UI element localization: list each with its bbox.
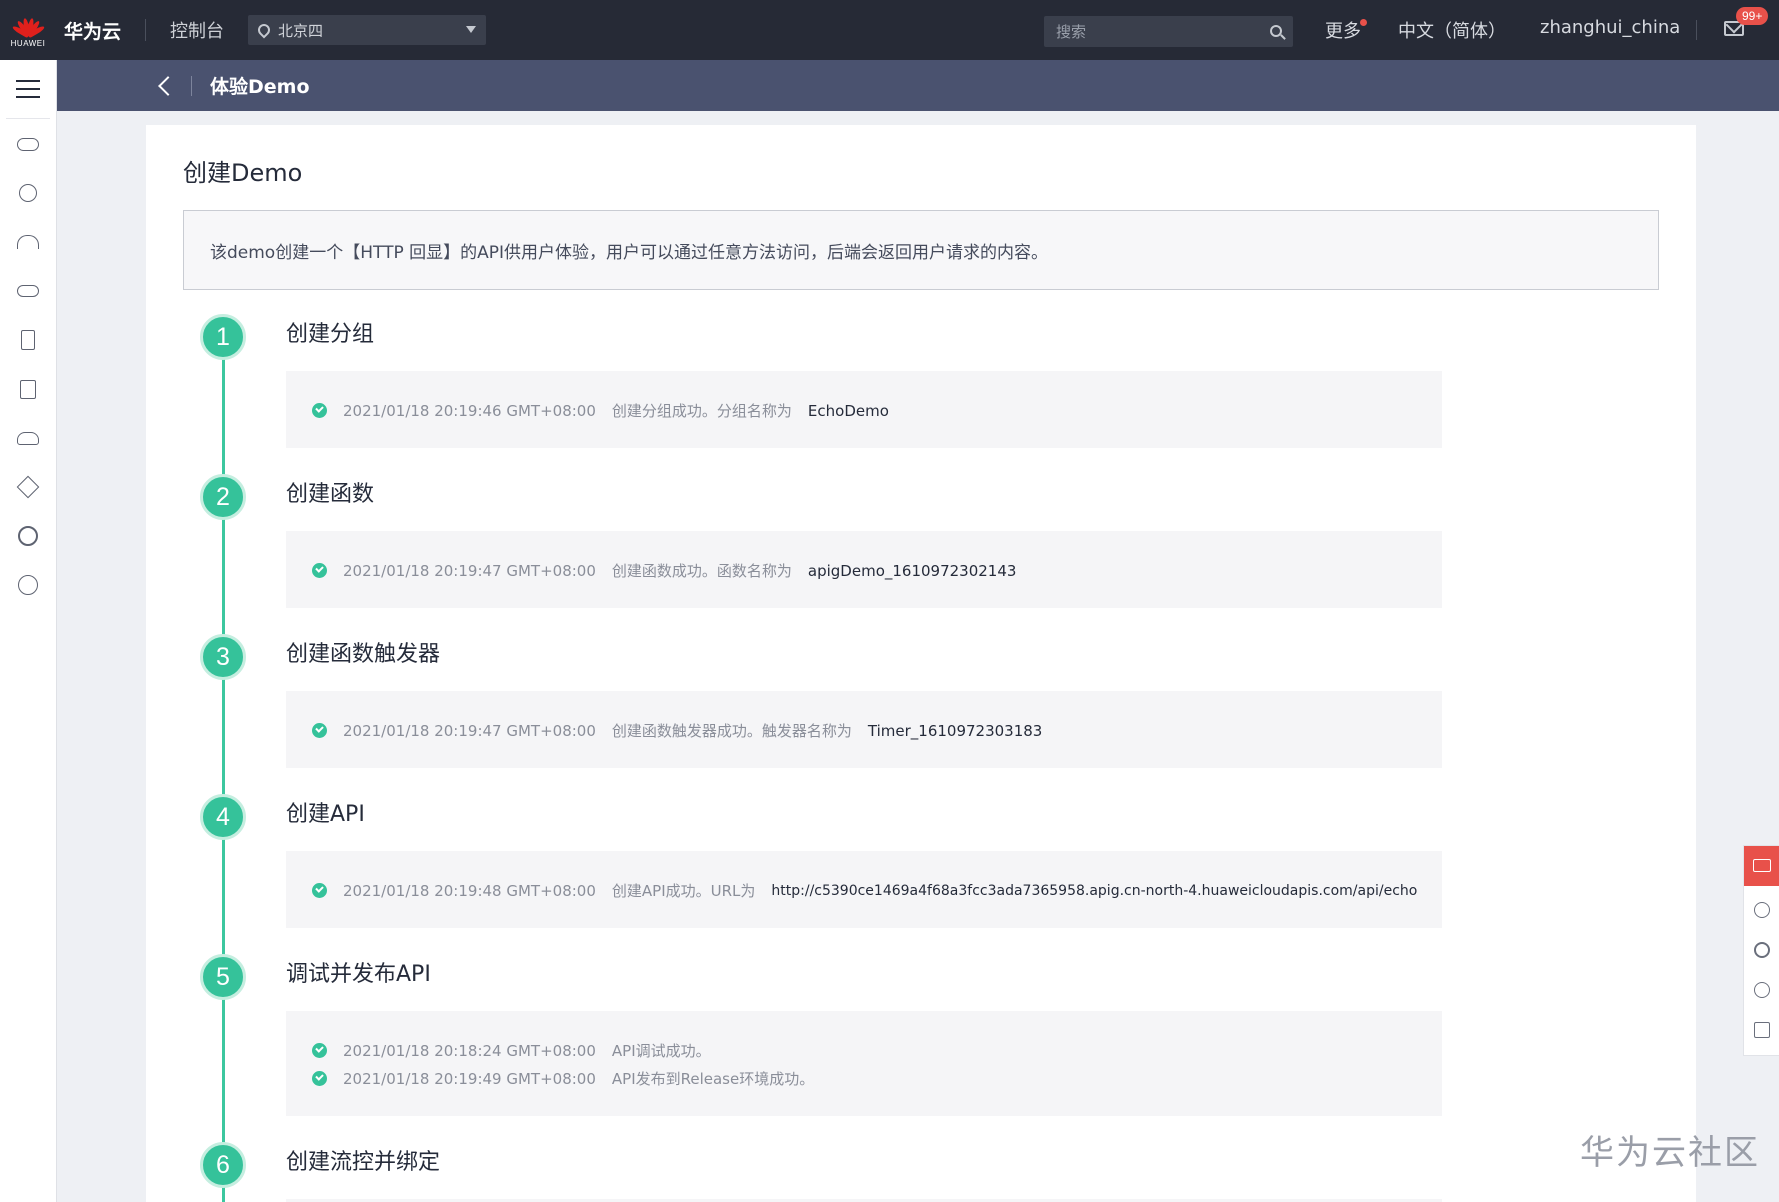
divider	[145, 19, 147, 41]
console-link[interactable]: 控制台	[170, 17, 224, 43]
hamburger-menu-icon[interactable]	[16, 80, 40, 100]
step-4-log-box: 2021/01/18 20:19:48 GMT+08:00 创建API成功。UR…	[286, 851, 1442, 928]
step-4-number: 4	[200, 794, 246, 840]
network-icon[interactable]	[16, 230, 40, 254]
search-icon[interactable]	[1270, 25, 1282, 37]
card-title: 创建Demo	[183, 159, 303, 187]
log-value: Timer_1610972303183	[867, 721, 1043, 740]
divider	[1696, 20, 1697, 40]
chat-icon	[1753, 859, 1771, 872]
globe-icon[interactable]	[16, 524, 40, 548]
location-pin-icon	[255, 21, 273, 39]
log-line: 2021/01/18 20:19:47 GMT+08:00 创建函数触发器成功。…	[312, 720, 1042, 741]
huawei-flower-icon	[11, 12, 46, 39]
page-title: 体验Demo	[210, 76, 310, 98]
success-check-icon	[312, 403, 327, 418]
log-message: 创建函数成功。函数名称为	[611, 562, 792, 580]
step-2-title: 创建函数	[286, 482, 375, 507]
feedback-button[interactable]	[1744, 846, 1779, 886]
brand-name[interactable]: 华为云	[64, 17, 121, 44]
log-message: API调试成功。	[611, 1042, 711, 1060]
step-1-log-box: 2021/01/18 20:19:46 GMT+08:00 创建分组成功。分组名…	[286, 371, 1442, 448]
log-timestamp: 2021/01/18 20:19:47 GMT+08:00	[343, 561, 596, 580]
step-3-number: 3	[200, 634, 246, 680]
step-1-number: 1	[200, 314, 246, 360]
success-check-icon	[312, 883, 327, 898]
document-icon[interactable]	[16, 377, 40, 401]
region-selector[interactable]: 北京四	[248, 15, 487, 45]
top-navigation-bar: HUAWEI 华为云 控制台 北京四	[0, 0, 1779, 60]
service-sidebar	[0, 60, 57, 1202]
success-check-icon	[312, 1071, 327, 1086]
step-1-title: 创建分组	[286, 322, 375, 347]
deploy-icon[interactable]	[16, 475, 40, 499]
demo-notice: 该demo创建一个【HTTP 回显】的API供用户体验，用户可以通过任意方法访问…	[183, 210, 1659, 290]
log-line: 2021/01/18 20:19:46 GMT+08:00 创建分组成功。分组名…	[312, 400, 889, 421]
log-timestamp: 2021/01/18 20:18:24 GMT+08:00	[343, 1041, 596, 1060]
step-2-number: 2	[200, 474, 246, 520]
success-check-icon	[312, 563, 327, 578]
log-timestamp: 2021/01/18 20:19:48 GMT+08:00	[343, 881, 596, 900]
success-check-icon	[312, 1043, 327, 1058]
cluster-icon[interactable]	[16, 181, 40, 205]
log-message: API发布到Release环境成功。	[611, 1070, 815, 1088]
mail-count-badge: 99+	[1736, 7, 1769, 25]
step-3-title: 创建函数触发器	[286, 642, 441, 667]
region-label: 北京四	[278, 21, 324, 40]
log-timestamp: 2021/01/18 20:19:47 GMT+08:00	[343, 721, 596, 740]
back-arrow-icon[interactable]	[158, 75, 178, 96]
search-input[interactable]	[1044, 16, 1293, 47]
step-6-title: 创建流控并绑定	[286, 1150, 441, 1175]
device-icon[interactable]	[16, 328, 40, 352]
success-check-icon	[312, 723, 327, 738]
timeline-line	[222, 325, 225, 1202]
more-menu[interactable]: 更多	[1325, 17, 1361, 43]
log-line: 2021/01/18 20:19:47 GMT+08:00 创建函数成功。函数名…	[312, 560, 1016, 581]
log-timestamp: 2021/01/18 20:19:49 GMT+08:00	[343, 1069, 596, 1088]
huawei-logo[interactable]: HUAWEI	[0, 0, 56, 60]
log-line: 2021/01/18 20:19:48 GMT+08:00 创建API成功。UR…	[312, 880, 1417, 901]
storage-icon[interactable]	[16, 279, 40, 303]
log-value: EchoDemo	[807, 401, 889, 420]
watermark: 华为云社区	[1580, 1133, 1760, 1173]
log-timestamp: 2021/01/18 20:19:46 GMT+08:00	[343, 401, 596, 420]
log-message: 创建函数触发器成功。触发器名称为	[611, 722, 852, 740]
divider	[6, 118, 50, 119]
caret-down-icon	[466, 26, 477, 33]
step-4-title: 创建API	[286, 802, 365, 827]
language-selector[interactable]: 中文（简体）	[1398, 17, 1506, 43]
demo-card: 创建Demo 该demo创建一个【HTTP 回显】的API供用户体验，用户可以通…	[146, 125, 1696, 1202]
page-header: 体验Demo	[57, 60, 1779, 111]
floating-toolbar	[1743, 845, 1779, 1056]
cloud-server-icon[interactable]	[16, 132, 40, 156]
cloud-icon[interactable]	[16, 426, 40, 450]
help-icon[interactable]	[1754, 982, 1770, 998]
step-3-log-box: 2021/01/18 20:19:47 GMT+08:00 创建函数触发器成功。…	[286, 691, 1442, 768]
step-5-title: 调试并发布API	[286, 962, 431, 987]
divider	[191, 75, 192, 96]
notification-dot	[1360, 19, 1367, 26]
user-account-menu[interactable]: zhanghui_china	[1540, 17, 1680, 38]
customer-service-icon[interactable]	[1754, 942, 1770, 958]
step-5-number: 5	[200, 954, 246, 1000]
log-line: 2021/01/18 20:19:49 GMT+08:00 API发布到Rele…	[312, 1068, 814, 1089]
smiley-icon[interactable]	[1754, 902, 1770, 918]
step-2-log-box: 2021/01/18 20:19:47 GMT+08:00 创建函数成功。函数名…	[286, 531, 1442, 608]
log-line: 2021/01/18 20:18:24 GMT+08:00 API调试成功。	[312, 1040, 711, 1061]
logo-wordmark: HUAWEI	[10, 39, 46, 48]
step-5-log-box: 2021/01/18 20:18:24 GMT+08:00 API调试成功。 2…	[286, 1011, 1442, 1116]
log-value: apigDemo_1610972302143	[807, 561, 1017, 580]
api-url-value[interactable]: http://c5390ce1469a4f68a3fcc3ada7365958.…	[771, 883, 1417, 899]
edit-note-icon[interactable]	[1754, 1022, 1770, 1038]
log-message: 创建分组成功。分组名称为	[611, 402, 792, 420]
step-6-number: 6	[200, 1142, 246, 1188]
log-message: 创建API成功。URL为	[611, 882, 756, 900]
ip-icon[interactable]	[16, 573, 40, 597]
